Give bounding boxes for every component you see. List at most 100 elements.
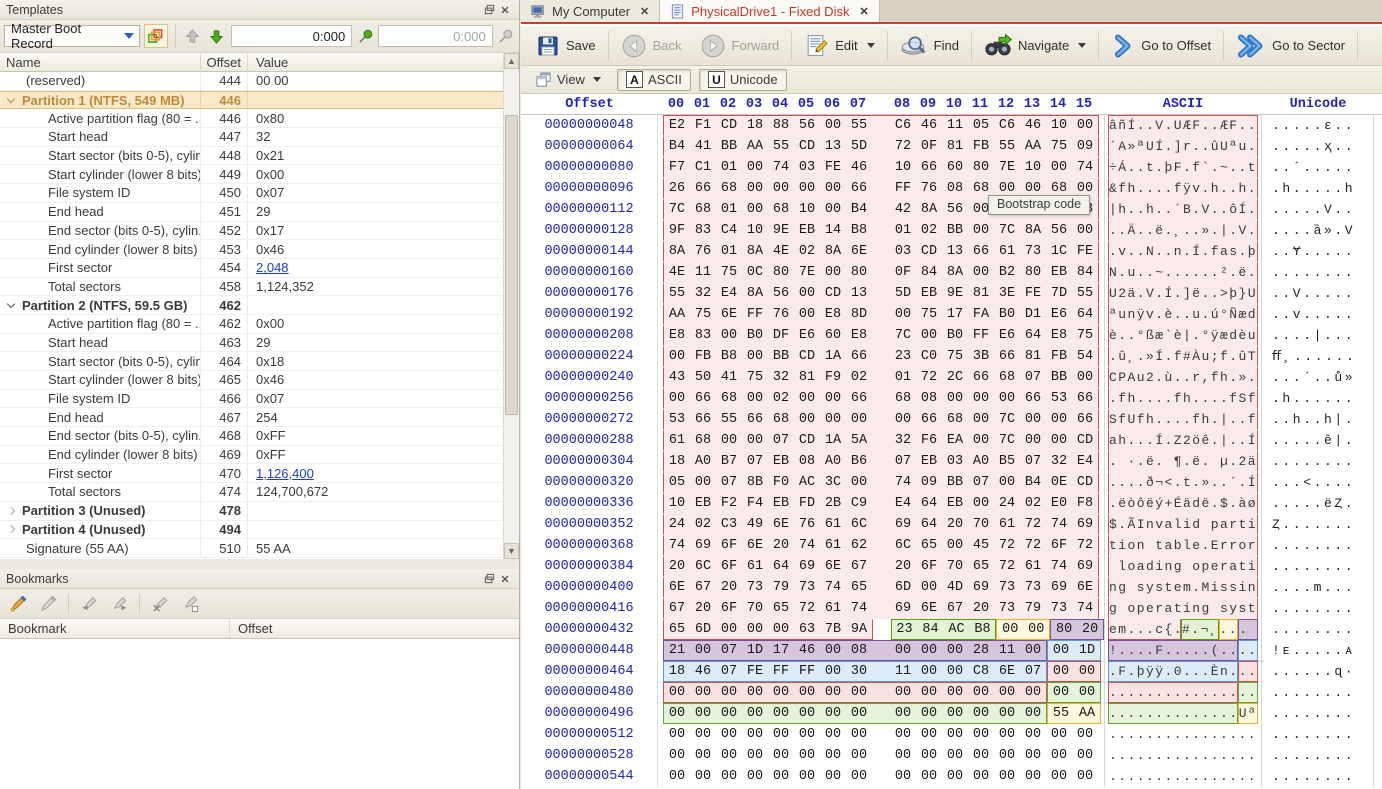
- hex-byte-cell[interactable]: 10: [664, 496, 690, 511]
- hex-byte-cell[interactable]: CD: [1072, 433, 1098, 448]
- hex-byte-cell[interactable]: EA: [942, 433, 968, 448]
- hex-byte-cell[interactable]: 00: [1020, 643, 1046, 658]
- hex-byte-cell[interactable]: 00: [846, 706, 872, 721]
- hex-byte-cell[interactable]: 75: [1046, 139, 1072, 154]
- hex-byte-cell[interactable]: FE: [820, 160, 846, 175]
- next-item-button[interactable]: [207, 24, 227, 48]
- hex-byte-cell[interactable]: 74: [1046, 559, 1072, 574]
- hex-byte-cell[interactable]: 9E: [768, 223, 794, 238]
- hex-byte-cell[interactable]: 6E: [916, 601, 942, 616]
- close-panel-icon[interactable]: [497, 572, 513, 586]
- hex-byte-cell[interactable]: 7E: [794, 265, 820, 280]
- hex-byte-cell[interactable]: 8A: [664, 244, 690, 259]
- hex-byte-cell[interactable]: 74: [820, 580, 846, 595]
- hex-byte-cell[interactable]: A0: [820, 454, 846, 469]
- hex-byte-cell[interactable]: E0: [1046, 496, 1072, 511]
- hex-byte-cell[interactable]: 00: [916, 328, 942, 343]
- hex-byte-cell[interactable]: 00: [794, 286, 820, 301]
- hex-unicode-text[interactable]: ....ȁ».V: [1262, 220, 1374, 241]
- hex-byte-cell[interactable]: 00: [916, 748, 942, 763]
- hex-ascii-region-run[interactable]: ..: [1238, 661, 1258, 682]
- hex-ascii-region-run[interactable]: . ·.ë. ¶.ë. µ.2ä: [1108, 451, 1258, 472]
- hex-byte-cell[interactable]: 00: [968, 748, 994, 763]
- hex-byte-cell[interactable]: 00: [742, 622, 768, 637]
- hex-byte-cell[interactable]: 65: [768, 601, 794, 616]
- template-row[interactable]: End sector (bits 0-5), cylin...4680xFF: [0, 427, 503, 446]
- hex-byte-cell[interactable]: 00: [716, 622, 742, 637]
- hex-byte-cell[interactable]: 4D: [942, 580, 968, 595]
- unicode-toggle-button[interactable]: U Unicode: [699, 69, 787, 91]
- tree-chevron[interactable]: [0, 508, 22, 514]
- hex-byte-cell[interactable]: EB: [768, 454, 794, 469]
- hex-byte-cell[interactable]: 00: [942, 706, 968, 721]
- hex-byte-cell[interactable]: 01: [716, 244, 742, 259]
- hex-byte-cell[interactable]: 00: [768, 706, 794, 721]
- hex-byte-cell[interactable]: 00: [716, 748, 742, 763]
- hex-ascii-region-run[interactable]: ..............: [1108, 682, 1238, 703]
- hex-byte-cell[interactable]: 00: [690, 727, 716, 742]
- hex-unicode-text[interactable]: ........: [1262, 703, 1374, 724]
- hex-byte-cell[interactable]: 09: [916, 475, 942, 490]
- hex-byte-cell[interactable]: 74: [1072, 601, 1098, 616]
- hex-byte-cell[interactable]: 69: [1072, 559, 1098, 574]
- hex-byte-cell[interactable]: 3C: [820, 475, 846, 490]
- hex-byte-cell[interactable]: E4: [1072, 454, 1098, 469]
- hex-byte-cell[interactable]: 73: [994, 580, 1020, 595]
- hex-byte-cell[interactable]: 11: [942, 118, 968, 133]
- hex-byte-cell[interactable]: AA: [742, 139, 768, 154]
- hex-byte-cell[interactable]: 79: [1020, 601, 1046, 616]
- hex-byte-cell[interactable]: 67: [664, 601, 690, 616]
- hex-ascii-region-run[interactable]: SfUfh....fh.|..f: [1108, 409, 1258, 430]
- column-header-bookmark[interactable]: Bookmark: [0, 619, 230, 638]
- hex-byte-cell[interactable]: 00: [846, 769, 872, 784]
- hex-byte-cell[interactable]: 65: [846, 580, 872, 595]
- hex-byte-cell[interactable]: 00: [968, 265, 994, 280]
- hex-byte-cell[interactable]: 72: [994, 538, 1020, 553]
- hex-byte-cell[interactable]: 00: [872, 643, 916, 658]
- hex-byte-cell[interactable]: 64: [1020, 328, 1046, 343]
- template-row[interactable]: File system ID4660x07: [0, 390, 503, 409]
- hex-ascii-region-run[interactable]: $.ÃInvalid parti: [1108, 514, 1258, 535]
- hex-byte-cell[interactable]: 69: [872, 517, 916, 532]
- hex-byte-cell[interactable]: 00: [872, 727, 916, 742]
- hex-byte-cell[interactable]: 00: [742, 748, 768, 763]
- hex-byte-cell[interactable]: 28: [968, 643, 994, 658]
- hex-byte-cell[interactable]: 01: [716, 160, 742, 175]
- template-row[interactable]: End cylinder (lower 8 bits)4530x46: [0, 240, 503, 259]
- scroll-down-icon[interactable]: ▼: [504, 543, 519, 559]
- hex-byte-cell[interactable]: 6C: [872, 538, 916, 553]
- hex-byte-cell[interactable]: 67: [690, 580, 716, 595]
- hex-ascii-region-run[interactable]: Uª: [1238, 703, 1258, 724]
- hex-byte-cell[interactable]: 41: [690, 139, 716, 154]
- hex-byte-cell[interactable]: 02: [846, 370, 872, 385]
- hex-byte-cell[interactable]: 00: [664, 748, 690, 763]
- hex-byte-cell[interactable]: 00: [768, 622, 794, 637]
- hex-byte-cell[interactable]: 00: [846, 412, 872, 427]
- hex-byte-cell[interactable]: FF: [742, 307, 768, 322]
- hex-byte-cell[interactable]: 00: [820, 265, 846, 280]
- hex-byte-cell[interactable]: 6D: [872, 580, 916, 595]
- template-row[interactable]: Partition 3 (Unused)478: [0, 502, 503, 521]
- hex-byte-cell[interactable]: 07: [716, 664, 742, 679]
- hex-byte-cell[interactable]: 72: [1020, 517, 1046, 532]
- hex-byte-cell[interactable]: 70: [968, 517, 994, 532]
- hex-byte-cell[interactable]: 6E: [994, 664, 1020, 679]
- hex-byte-cell[interactable]: 00: [1046, 412, 1072, 427]
- template-select[interactable]: Master Boot Record: [4, 25, 140, 47]
- tree-chevron[interactable]: [0, 526, 22, 532]
- hex-byte-cell[interactable]: 00: [664, 727, 690, 742]
- hex-byte-cell[interactable]: 6D: [690, 622, 716, 637]
- hex-byte-cell[interactable]: 07: [1020, 370, 1046, 385]
- hex-byte-cell[interactable]: 9A: [846, 622, 872, 637]
- hex-byte-cell[interactable]: 00: [1020, 748, 1046, 763]
- hex-byte-cell[interactable]: 68: [768, 202, 794, 217]
- hex-byte-cell[interactable]: 00: [664, 706, 690, 721]
- hex-byte-cell[interactable]: 41: [716, 370, 742, 385]
- hex-byte-cell[interactable]: 65: [968, 559, 994, 574]
- hex-byte-cell[interactable]: BB: [942, 475, 968, 490]
- hex-byte-cell[interactable]: 7C: [994, 412, 1020, 427]
- hex-byte-cell[interactable]: 61: [664, 433, 690, 448]
- hex-ascii-region-run[interactable]: ....ð¬<.t.»..´.Í: [1108, 472, 1258, 493]
- edit-button[interactable]: Edit: [795, 29, 883, 63]
- hex-byte-cell[interactable]: B8: [716, 349, 742, 364]
